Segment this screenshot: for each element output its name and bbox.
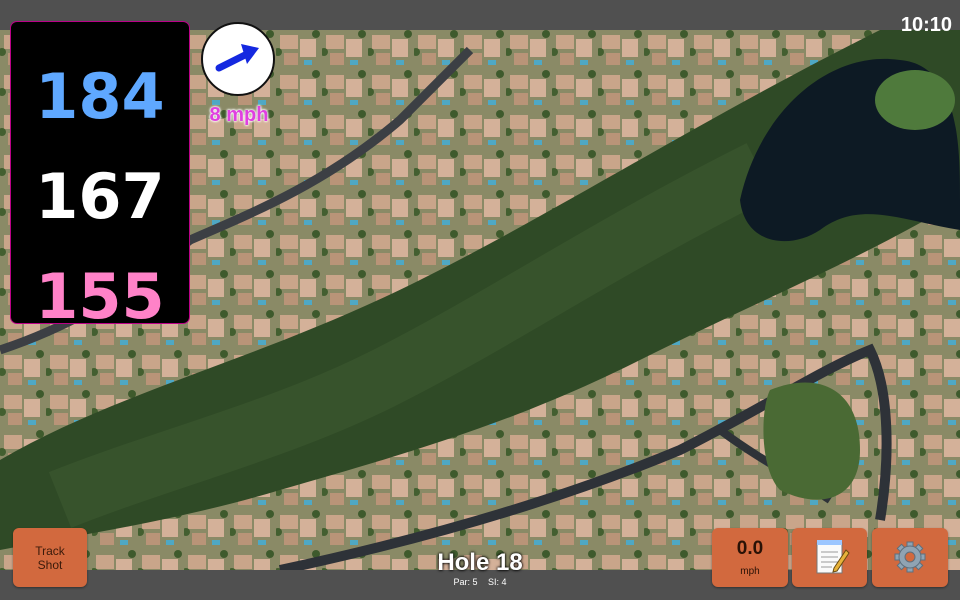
speed-unit: mph [740, 566, 760, 577]
notes-button[interactable] [792, 528, 867, 587]
speed-value: 0.0 [736, 538, 764, 559]
hole-info: Par: 5 SI: 4 [380, 577, 580, 587]
wind-direction-indicator [201, 22, 275, 96]
wind-speed: 8 mph [209, 104, 269, 126]
distance-panel: 184 167 155 [11, 22, 189, 333]
back-distance: 184 [35, 60, 165, 133]
hole-par: Par: 5 [453, 577, 478, 587]
arrow-right-icon [215, 44, 259, 72]
track-shot-label-1: Track [35, 544, 65, 558]
gear-icon [894, 541, 926, 573]
hole-title: Hole 18 [437, 549, 523, 576]
speed-button[interactable]: 0.0 mph [712, 528, 788, 587]
notepad-icon [816, 540, 850, 574]
track-shot-button[interactable]: Track Shot [13, 528, 87, 587]
middle-distance: 167 [35, 160, 165, 233]
settings-button[interactable] [872, 528, 948, 587]
clock: 10:10 [900, 14, 952, 36]
front-distance: 155 [35, 260, 165, 333]
hole-stroke-index: SI: 4 [488, 577, 507, 587]
track-shot-label-2: Shot [37, 558, 63, 572]
